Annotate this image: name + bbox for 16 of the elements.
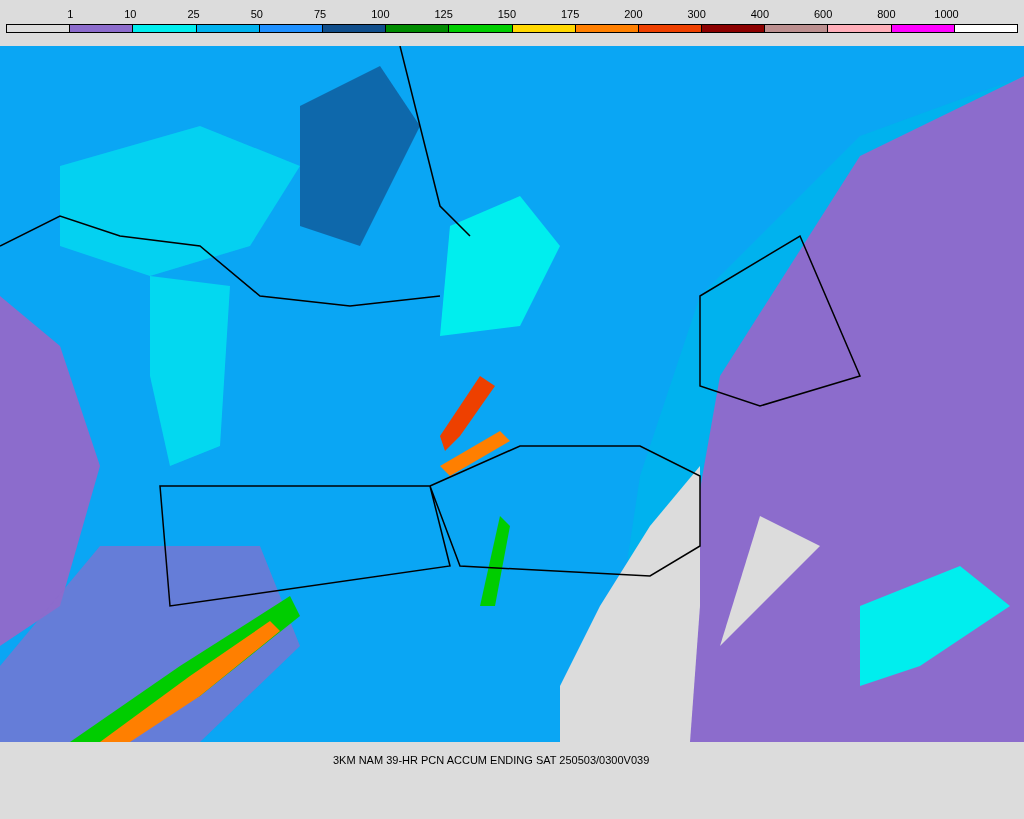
- legend-label: 1: [67, 8, 74, 20]
- legend-label: 1000: [934, 8, 959, 20]
- legend-label: 175: [560, 8, 580, 20]
- legend-label: 300: [687, 8, 706, 20]
- legend-label: 10: [124, 8, 137, 20]
- legend-label: 400: [750, 8, 769, 20]
- legend-label: 150: [497, 8, 516, 20]
- legend-label: 50: [250, 8, 263, 20]
- legend-label: 25: [187, 8, 200, 20]
- legend-label: 600: [813, 8, 833, 20]
- legend-label: 100: [371, 8, 390, 20]
- map-caption: 3KM NAM 39-HR PCN ACCUM ENDING SAT 250503/0300V039: [333, 754, 650, 766]
- legend-label: 200: [624, 8, 643, 20]
- legend-label: 75: [314, 8, 327, 20]
- legend-label: 800: [877, 8, 896, 20]
- legend-label: 125: [434, 8, 453, 20]
